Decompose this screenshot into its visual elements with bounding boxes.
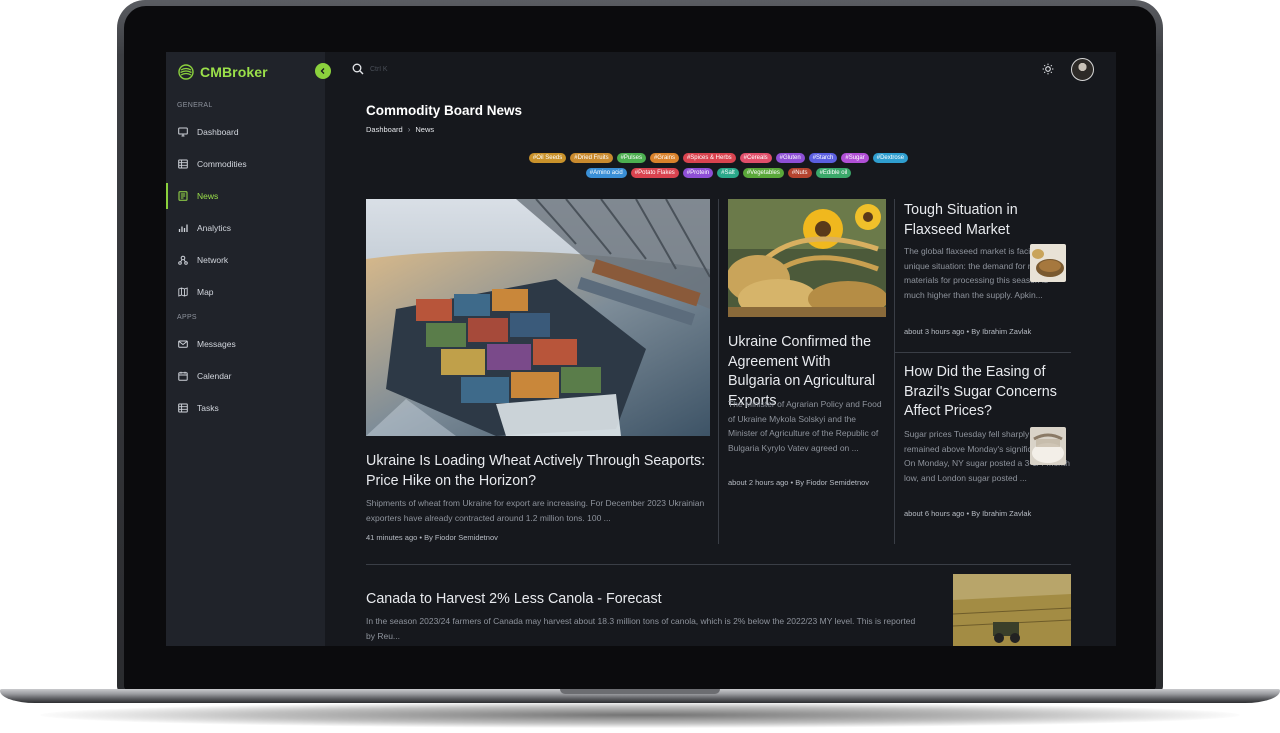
tag-protein[interactable]: #Protein: [682, 168, 714, 178]
middle-article-image[interactable]: [728, 199, 886, 317]
sidebar-item-label: Dashboard: [197, 127, 239, 137]
network-icon: [178, 255, 188, 265]
sidebar-item-tasks[interactable]: Tasks: [166, 395, 325, 421]
sugar-article-title[interactable]: How Did the Easing of Brazil's Sugar Con…: [904, 363, 1076, 422]
tag-spices-herbs[interactable]: #Spices & Herbs: [682, 153, 736, 163]
column-divider: [718, 199, 719, 544]
sidebar-item-analytics[interactable]: Analytics: [166, 215, 325, 241]
main-article-image[interactable]: [366, 199, 710, 436]
app-screen: CMBroker GENERAL Dashboard Commodities N…: [166, 52, 1116, 646]
sidebar: CMBroker GENERAL Dashboard Commodities N…: [166, 52, 325, 646]
row-divider: [895, 352, 1071, 353]
main-article-title[interactable]: Ukraine Is Loading Wheat Actively Throug…: [366, 452, 710, 491]
chevron-left-icon: [320, 68, 325, 74]
tag-pulses[interactable]: #Pulses: [616, 153, 646, 163]
sidebar-item-dashboard[interactable]: Dashboard: [166, 119, 325, 145]
tasks-icon: [178, 403, 188, 413]
flaxseed-article-meta: about 3 hours ago • By Ibrahim Zavlak: [904, 327, 1032, 336]
section-label-apps: APPS: [177, 314, 197, 321]
tag-dextrose[interactable]: #Dextrose: [872, 153, 909, 163]
canola-article-image[interactable]: [953, 574, 1071, 646]
brand[interactable]: CMBroker: [178, 63, 268, 81]
breadcrumb-current: News: [415, 125, 435, 134]
canola-field-image: [953, 574, 1071, 646]
breadcrumb-dashboard-link[interactable]: Dashboard: [366, 125, 403, 134]
newspaper-icon: [178, 191, 188, 201]
table-icon: [178, 159, 188, 169]
canola-article-title[interactable]: Canada to Harvest 2% Less Canola - Forec…: [366, 590, 926, 610]
sidebar-item-label: News: [197, 191, 219, 201]
sugar-article-thumbnail[interactable]: [1030, 427, 1066, 465]
sidebar-item-commodities[interactable]: Commodities: [166, 151, 325, 177]
middle-article-meta: about 2 hours ago • By Fiodor Semidetnov: [728, 478, 870, 487]
section-divider: [366, 564, 1071, 565]
middle-article-excerpt: The Minister of Agrarian Policy and Food…: [728, 399, 882, 453]
search-icon[interactable]: [352, 63, 364, 75]
tag-row: #Oil Seeds #Dried Fruits #Pulses #Grains…: [366, 153, 1071, 163]
tag-amino-acid[interactable]: #Amino acid: [585, 168, 627, 178]
tag-nuts[interactable]: #Nuts: [787, 168, 812, 178]
sidebar-item-label: Commodities: [197, 159, 247, 169]
tag-starch[interactable]: #Starch: [808, 153, 838, 163]
sidebar-item-messages[interactable]: Messages: [166, 331, 325, 357]
tag-gluten[interactable]: #Gluten: [775, 153, 805, 163]
search-input[interactable]: [370, 62, 530, 76]
main-article-excerpt: Shipments of wheat from Ukraine for expo…: [366, 498, 705, 523]
chevron-right-icon: ›: [407, 125, 411, 134]
sidebar-item-calendar[interactable]: Calendar: [166, 363, 325, 389]
sidebar-item-label: Tasks: [197, 403, 219, 413]
sidebar-item-label: Calendar: [197, 371, 232, 381]
mail-icon: [178, 339, 188, 349]
tag-oil-seeds[interactable]: #Oil Seeds: [528, 153, 567, 163]
sidebar-item-label: Messages: [197, 339, 236, 349]
tag-salt[interactable]: #Salt: [717, 168, 739, 178]
brand-name: CMBroker: [200, 64, 268, 80]
flaxseed-article-thumbnail[interactable]: [1030, 244, 1066, 282]
monitor-icon: [178, 127, 188, 137]
sidebar-item-label: Map: [197, 287, 214, 297]
sidebar-item-network[interactable]: Network: [166, 247, 325, 273]
laptop-shadow: [40, 702, 1240, 728]
page-title: Commodity Board News: [366, 103, 523, 118]
tag-potato-flakes[interactable]: #Potato Flakes: [630, 168, 679, 178]
sidebar-item-label: Network: [197, 255, 229, 265]
collapse-sidebar-button[interactable]: [315, 63, 331, 79]
sidebar-item-label: Analytics: [197, 223, 232, 233]
column-divider: [894, 199, 895, 544]
tag-row: #Amino acid #Potato Flakes #Protein #Sal…: [366, 168, 1071, 178]
tag-cereals[interactable]: #Cereals: [739, 153, 772, 163]
tag-grains[interactable]: #Grains: [649, 153, 679, 163]
container-ship-image: [366, 199, 710, 436]
tag-sugar[interactable]: #Sugar: [841, 153, 869, 163]
tag-edible-oil[interactable]: #Edible oil: [815, 168, 852, 178]
tag-dried-fruits[interactable]: #Dried Fruits: [570, 153, 613, 163]
canola-article-excerpt: In the season 2023/24 farmers of Canada …: [366, 616, 916, 641]
breadcrumb: Dashboard › News: [366, 125, 434, 134]
flaxseed-article-title[interactable]: Tough Situation in Flaxseed Market: [904, 201, 1076, 240]
laptop-hinge-notch: [560, 689, 720, 694]
sugar-article-meta: about 6 hours ago • By Ibrahim Zavlak: [904, 509, 1032, 518]
brand-logo-icon: [178, 64, 194, 80]
sidebar-item-news[interactable]: News: [166, 183, 325, 209]
sun-icon[interactable]: [1042, 63, 1054, 75]
sidebar-item-map[interactable]: Map: [166, 279, 325, 305]
map-icon: [178, 287, 188, 297]
avatar[interactable]: [1071, 58, 1094, 81]
sunflower-wheat-image: [728, 199, 886, 317]
bar-chart-icon: [178, 223, 188, 233]
tag-vegetables[interactable]: #Vegetables: [742, 168, 784, 178]
calendar-icon: [178, 371, 188, 381]
section-label-general: GENERAL: [177, 102, 213, 109]
main-article-meta: 41 minutes ago • By Fiodor Semidetnov: [366, 533, 498, 542]
